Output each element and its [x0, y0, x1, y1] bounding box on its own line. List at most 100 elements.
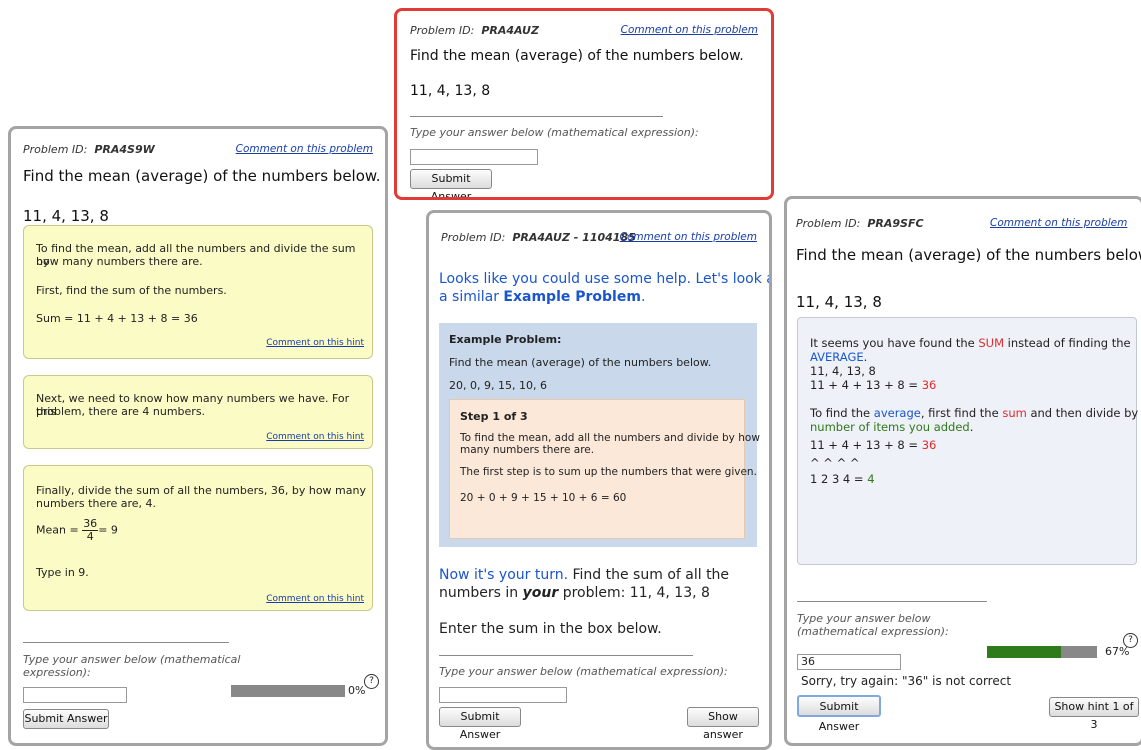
answer-input[interactable]	[23, 687, 127, 703]
feedback-line: number of items you added.	[810, 420, 973, 434]
progress-fill	[987, 646, 1061, 658]
incorrect-feedback: Sorry, try again: "36" is not correct	[801, 674, 1012, 688]
fb-text: It seems you have found the	[810, 336, 975, 350]
fb-text: instead of finding the	[1007, 336, 1131, 350]
comment-on-problem-link[interactable]: Comment on this problem	[621, 24, 758, 36]
submit-answer-button[interactable]: Submit Answer	[797, 695, 881, 733]
feedback-line: 1 2 3 4 = 4	[810, 472, 875, 486]
fb-text: 11 + 4 + 13 + 8 =	[810, 438, 919, 452]
fraction: 36 4	[82, 518, 99, 543]
hint-box-3: Finally, divide the sum of all the numbe…	[23, 465, 373, 611]
divider	[410, 116, 663, 117]
submit-answer-button[interactable]: Submit Answer	[23, 709, 109, 729]
mean-formula: Mean = 36 4 = 9	[36, 518, 118, 543]
step-box: Step 1 of 3 To find the mean, add all th…	[449, 399, 760, 539]
fb-text: 1 2 3 4 =	[810, 472, 864, 486]
hint-text: problem, there are 4 numbers.	[36, 405, 206, 418]
problem-id-value: PRA4AUZ - 1104185	[512, 231, 636, 244]
feedback-line: 11 + 4 + 13 + 8 = 36	[810, 438, 936, 452]
problem-id-label: Problem ID:	[441, 231, 506, 244]
comment-on-hint-link[interactable]: Comment on this hint	[266, 594, 364, 604]
hint-text: First, find the sum of the numbers.	[36, 284, 227, 297]
show-hint-button[interactable]: Show hint 1 of 3	[1049, 697, 1139, 731]
problem-id-label: Problem ID:	[23, 143, 88, 156]
turn-emphasis: your	[522, 585, 559, 601]
problem-id: Problem ID: PRA4AUZ	[410, 24, 539, 37]
divider	[797, 601, 987, 602]
your-turn-instruction: Find the sum of all the	[572, 567, 730, 583]
help-icon[interactable]: ?	[1123, 633, 1138, 648]
help-message-line2: a similar Example Problem.	[439, 289, 645, 305]
step-text: To find the mean, add all the numbers an…	[460, 432, 760, 444]
answer-prompt: Type your answer below (mathematical exp…	[439, 665, 728, 678]
problem-id-label: Problem ID:	[410, 24, 475, 37]
problem-id: Problem ID: PRA9SFC	[796, 217, 924, 230]
submit-answer-button[interactable]: Submit Answer	[439, 707, 521, 741]
feedback-line: 11 + 4 + 13 + 8 = 36	[810, 378, 936, 392]
fb-text: .	[969, 420, 974, 434]
hint-text: how many numbers there are.	[36, 255, 203, 268]
problem-numbers: 11, 4, 13, 8	[23, 207, 109, 225]
example-numbers: 20, 0, 9, 15, 10, 6	[449, 379, 547, 392]
comment-on-problem-link[interactable]: Comment on this problem	[990, 217, 1127, 229]
comment-on-hint-link[interactable]: Comment on this hint	[266, 338, 364, 348]
answer-prompt: Type your answer below (mathematical	[23, 653, 241, 666]
problem-id: Problem ID: PRA4S9W	[23, 143, 155, 156]
problem-id-value: PRA4S9W	[94, 143, 155, 156]
hint-box-2: Next, we need to know how many numbers w…	[23, 375, 373, 449]
step-title: Step 1 of 3	[460, 410, 528, 423]
example-question: Find the mean (average) of the numbers b…	[449, 356, 712, 369]
fb-count-value: 4	[867, 472, 875, 486]
help-icon[interactable]: ?	[364, 674, 379, 689]
fb-average-keyword: AVERAGE	[810, 350, 864, 364]
turn-text: problem: 11, 4, 13, 8	[562, 585, 710, 601]
feedback-line: To find the average, first find the sum …	[810, 406, 1141, 420]
problem-panel-pra4auz: Problem ID: PRA4AUZ Comment on this prob…	[394, 8, 774, 200]
fb-sum-value: 36	[921, 378, 937, 392]
your-turn-text: Now it's your turn. Find the sum of all …	[439, 567, 729, 583]
hint-text: Sum = 11 + 4 + 13 + 8 = 36	[36, 312, 198, 325]
problem-numbers: 11, 4, 13, 8	[796, 293, 882, 311]
submit-answer-button[interactable]: Submit Answer	[410, 169, 492, 197]
fb-average-keyword: average	[873, 406, 921, 420]
fb-count-keyword: number of items you added	[810, 420, 970, 434]
step-sum: 20 + 0 + 9 + 15 + 10 + 6 = 60	[460, 492, 627, 504]
comment-on-problem-link[interactable]: Comment on this problem	[620, 231, 757, 243]
comment-on-problem-link[interactable]: Comment on this problem	[236, 143, 373, 155]
fb-text: .	[863, 350, 868, 364]
problem-panel-pra9sfc: Problem ID: PRA9SFC Comment on this prob…	[784, 196, 1141, 746]
feedback-line: AVERAGE.	[810, 350, 867, 364]
progress-percent: 0%	[348, 684, 366, 697]
fb-text: and then divide by the	[1030, 406, 1141, 420]
feedback-hint-box: It seems you have found the SUM instead …	[797, 317, 1141, 565]
divider	[23, 642, 229, 643]
example-problem-box: Example Problem: Find the mean (average)…	[439, 323, 760, 547]
question-text: Find the mean (average) of the numbers b…	[23, 167, 381, 185]
question-text: Find the mean (average) of the numbers b…	[796, 246, 1141, 264]
fraction-denominator: 4	[86, 530, 94, 543]
answer-prompt: Type your answer below	[797, 612, 931, 625]
show-answer-button[interactable]: Show answer	[687, 707, 759, 741]
problem-id: Problem ID: PRA4AUZ - 1104185	[441, 231, 636, 244]
fb-text: 11 + 4 + 13 + 8 =	[810, 378, 919, 392]
fb-sum-value: 36	[921, 438, 937, 452]
hint-text: Type in 9.	[36, 566, 89, 579]
answer-prompt: Type your answer below (mathematical exp…	[410, 126, 699, 139]
your-turn-text-line2: numbers in your problem: 11, 4, 13, 8	[439, 585, 710, 601]
answer-input[interactable]	[410, 149, 538, 165]
fb-text: To find the	[810, 406, 871, 420]
hint-text: numbers there are, 4.	[36, 497, 157, 510]
answer-input[interactable]: 36	[797, 654, 901, 670]
answer-prompt: expression):	[23, 666, 91, 679]
mean-result: = 9	[98, 523, 118, 537]
feedback-line: 11, 4, 13, 8	[810, 364, 876, 378]
fb-sum-keyword: SUM	[978, 336, 1004, 350]
help-text: .	[640, 289, 646, 305]
comment-on-hint-link[interactable]: Comment on this hint	[266, 432, 364, 442]
mean-label: Mean =	[36, 523, 79, 537]
fb-text: , first find the	[920, 406, 999, 420]
feedback-line: ^ ^ ^ ^	[810, 456, 860, 470]
answer-input[interactable]	[439, 687, 567, 703]
problem-id-value: PRA9SFC	[867, 217, 924, 230]
example-problem-label: Example Problem	[503, 289, 641, 305]
